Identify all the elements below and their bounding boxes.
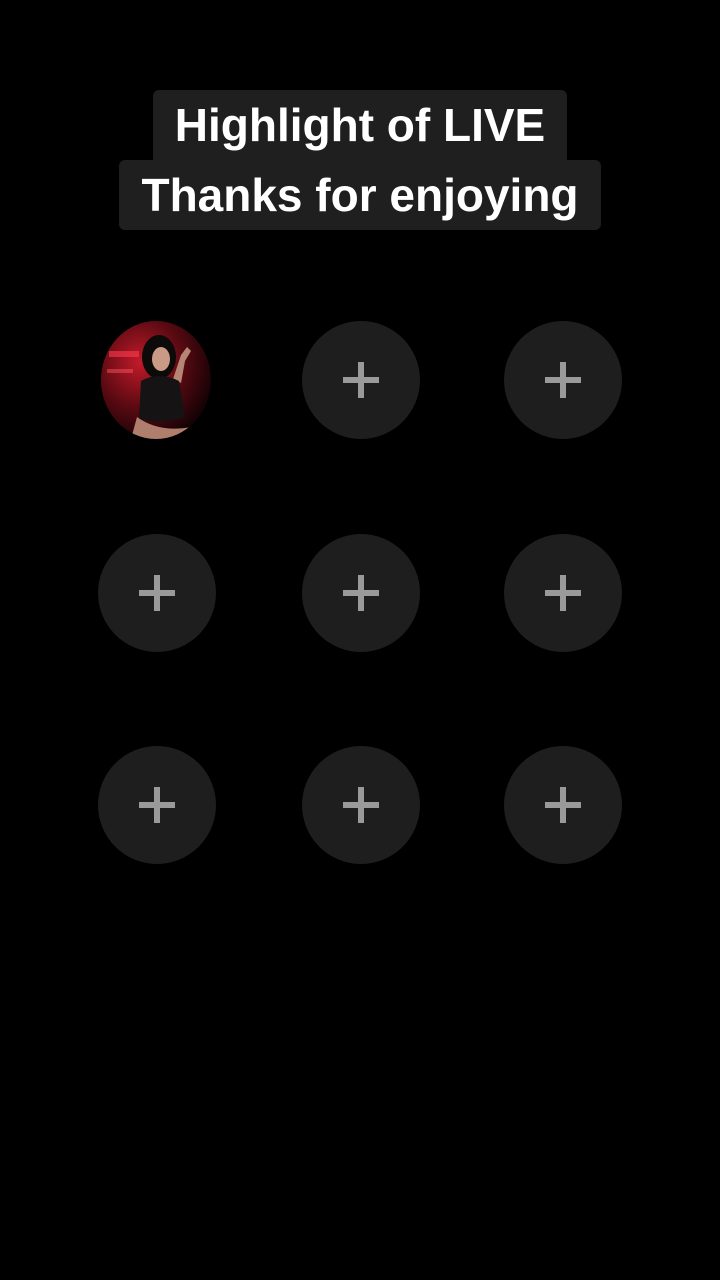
plus-icon — [343, 787, 379, 823]
user-photo — [101, 321, 211, 439]
add-highlight-button[interactable] — [504, 321, 622, 439]
plus-icon — [343, 575, 379, 611]
caption-subtitle: Thanks for enjoying — [119, 160, 601, 230]
add-highlight-button[interactable] — [302, 321, 420, 439]
highlight-slot-avatar[interactable] — [101, 321, 211, 439]
add-highlight-button[interactable] — [302, 746, 420, 864]
add-highlight-button[interactable] — [504, 534, 622, 652]
plus-icon — [545, 787, 581, 823]
caption-title: Highlight of LIVE — [152, 90, 568, 160]
plus-icon — [343, 362, 379, 398]
plus-icon — [139, 575, 175, 611]
add-highlight-button[interactable] — [302, 534, 420, 652]
live-highlight-caption: Highlight of LIVE Thanks for enjoying — [0, 90, 720, 230]
add-highlight-button[interactable] — [98, 746, 216, 864]
plus-icon — [139, 787, 175, 823]
add-highlight-button[interactable] — [504, 746, 622, 864]
plus-icon — [545, 362, 581, 398]
add-highlight-button[interactable] — [98, 534, 216, 652]
plus-icon — [545, 575, 581, 611]
